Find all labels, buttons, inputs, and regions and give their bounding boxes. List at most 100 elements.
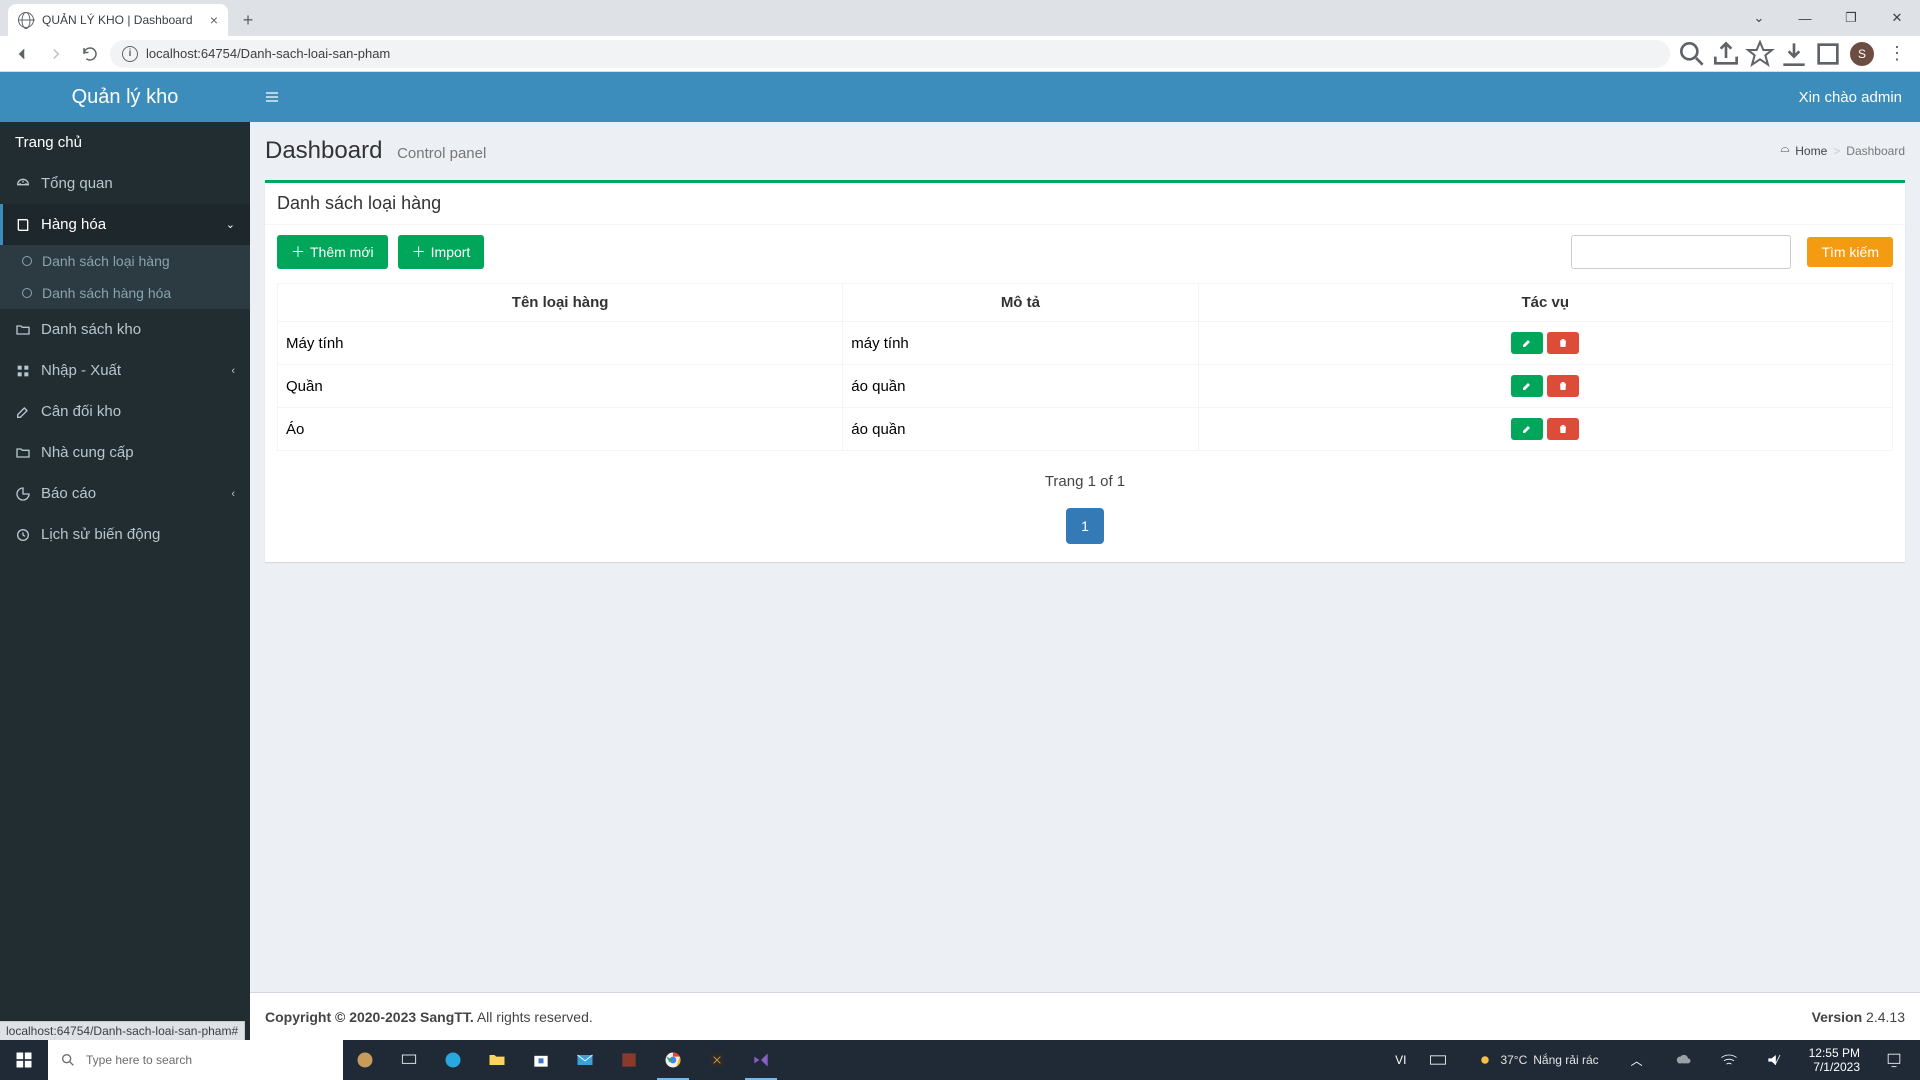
- taskbar-app-generic[interactable]: [607, 1040, 651, 1080]
- sidebar-item-home[interactable]: Trang chủ: [0, 122, 250, 163]
- plus-icon: ＋: [412, 242, 426, 262]
- sidebar-item-balance[interactable]: Cân đối kho: [0, 391, 250, 432]
- chrome-menu-button[interactable]: ⋮: [1880, 40, 1912, 68]
- delete-button[interactable]: [1547, 418, 1579, 440]
- edit-icon: [15, 404, 31, 420]
- sidebar-item-label: Trang chủ: [15, 134, 82, 151]
- cell-actions: [1198, 408, 1892, 451]
- edit-button[interactable]: [1511, 418, 1543, 440]
- trash-icon: [1557, 423, 1569, 435]
- weather-widget[interactable]: 37°C Nắng rải rác: [1466, 1051, 1608, 1069]
- address-bar[interactable]: i localhost:64754/Danh-sach-loai-san-pha…: [110, 40, 1670, 68]
- weather-temp: 37°C: [1500, 1053, 1527, 1067]
- browser-tab[interactable]: QUẢN LÝ KHO | Dashboard ×: [8, 4, 228, 36]
- table-row: Quầnáo quần: [278, 365, 1893, 408]
- app-footer: Copyright © 2020-2023 SangTT. All rights…: [250, 992, 1920, 1040]
- sidebar-item-suppliers[interactable]: Nhà cung cấp: [0, 432, 250, 473]
- taskbar-app-explorer[interactable]: [475, 1040, 519, 1080]
- breadcrumb-home[interactable]: Home: [1779, 144, 1827, 158]
- window-maximize-button[interactable]: ❐: [1828, 0, 1874, 36]
- taskbar-app-chrome[interactable]: [651, 1040, 695, 1080]
- footer-rights: All rights reserved.: [474, 1009, 593, 1025]
- product-type-table: Tên loại hàng Mô tả Tác vụ Máy tínhmáy t…: [277, 283, 1893, 451]
- volume-icon[interactable]: [1757, 1040, 1793, 1080]
- pencil-icon: [1521, 380, 1533, 392]
- sidebar: Trang chủ Tổng quan Hàng hóa ⌄ Danh sách…: [0, 122, 250, 1040]
- column-actions: Tác vụ: [1198, 284, 1892, 322]
- dashboard-icon: [15, 176, 31, 192]
- windows-taskbar: Type here to search VI 37°C Nắng rải rác…: [0, 1040, 1920, 1080]
- import-button[interactable]: ＋Import: [398, 235, 485, 269]
- plus-icon: ＋: [291, 242, 305, 262]
- taskbar-app-taskview[interactable]: [387, 1040, 431, 1080]
- delete-button[interactable]: [1547, 332, 1579, 354]
- reload-button[interactable]: [76, 40, 104, 68]
- content-area: Dashboard Control panel Home > Dashboard…: [250, 122, 1920, 1040]
- status-bar-url: localhost:64754/Danh-sach-loai-san-pham#: [0, 1021, 245, 1040]
- back-button[interactable]: [8, 40, 36, 68]
- globe-icon: [18, 12, 34, 28]
- folder-icon: [15, 445, 31, 461]
- sidebar-item-import-export[interactable]: Nhập - Xuất ‹: [0, 350, 250, 391]
- notifications-icon[interactable]: [1876, 1040, 1912, 1080]
- browser-titlebar: QUẢN LÝ KHO | Dashboard × + ⌄ — ❐ ✕: [0, 0, 1920, 36]
- chrome-menu-chevron-icon[interactable]: ⌄: [1736, 0, 1782, 36]
- sidebar-item-overview[interactable]: Tổng quan: [0, 163, 250, 204]
- tray-chevron-icon[interactable]: ︿: [1619, 1040, 1655, 1080]
- sidebar-item-goods[interactable]: Hàng hóa ⌄: [0, 204, 250, 245]
- window-minimize-button[interactable]: —: [1782, 0, 1828, 36]
- pager: 1: [277, 508, 1893, 544]
- search-input[interactable]: [1571, 235, 1791, 269]
- taskbar-search-placeholder: Type here to search: [86, 1053, 192, 1067]
- pencil-icon: [1521, 337, 1533, 349]
- sidebar-item-history[interactable]: Lịch sử biến động: [0, 514, 250, 555]
- taskbar-app-edge[interactable]: [431, 1040, 475, 1080]
- sidebar-subitem-products[interactable]: Danh sách hàng hóa: [0, 277, 250, 309]
- taskbar-app-visualstudio[interactable]: [739, 1040, 783, 1080]
- sidebar-item-warehouses[interactable]: Danh sách kho: [0, 309, 250, 350]
- forward-button[interactable]: [42, 40, 70, 68]
- taskbar-search[interactable]: Type here to search: [48, 1040, 343, 1080]
- add-button[interactable]: ＋Thêm mới: [277, 235, 388, 269]
- onedrive-icon[interactable]: [1665, 1040, 1701, 1080]
- window-close-button[interactable]: ✕: [1874, 0, 1920, 36]
- language-indicator[interactable]: VI: [1391, 1053, 1410, 1067]
- profile-avatar[interactable]: S: [1846, 40, 1878, 68]
- bookmark-icon[interactable]: [1744, 40, 1776, 68]
- page-1[interactable]: 1: [1066, 508, 1104, 544]
- edit-button[interactable]: [1511, 375, 1543, 397]
- sidebar-item-label: Danh sách hàng hóa: [42, 285, 171, 301]
- zoom-icon[interactable]: [1676, 40, 1708, 68]
- download-icon[interactable]: [1778, 40, 1810, 68]
- close-tab-icon[interactable]: ×: [210, 12, 218, 28]
- sidebar-item-label: Nhà cung cấp: [41, 444, 134, 461]
- keyboard-icon[interactable]: [1420, 1040, 1456, 1080]
- taskbar-app-tools[interactable]: [695, 1040, 739, 1080]
- site-info-icon[interactable]: i: [122, 46, 138, 62]
- sidebar-item-reports[interactable]: Báo cáo ‹: [0, 473, 250, 514]
- new-tab-button[interactable]: +: [234, 6, 262, 34]
- breadcrumb: Home > Dashboard: [1779, 144, 1905, 158]
- share-icon[interactable]: [1710, 40, 1742, 68]
- sidebar-item-label: Báo cáo: [41, 485, 96, 502]
- dashboard-icon: [1779, 145, 1791, 157]
- table-row: Áoáo quần: [278, 408, 1893, 451]
- extensions-icon[interactable]: [1812, 40, 1844, 68]
- start-button[interactable]: [0, 1040, 48, 1080]
- taskbar-clock[interactable]: 12:55 PM 7/1/2023: [1803, 1046, 1866, 1075]
- cell-actions: [1198, 365, 1892, 408]
- content-box: Danh sách loại hàng ＋Thêm mới ＋Import Tì…: [265, 180, 1905, 562]
- sun-icon: [1476, 1051, 1494, 1069]
- taskbar-app-mail[interactable]: [563, 1040, 607, 1080]
- taskbar-app-news[interactable]: [343, 1040, 387, 1080]
- app-logo[interactable]: Quản lý kho: [0, 72, 250, 122]
- search-button[interactable]: Tìm kiếm: [1807, 237, 1893, 267]
- sidebar-subitem-product-types[interactable]: Danh sách loại hàng: [0, 245, 250, 277]
- welcome-text: Xin chào admin: [1799, 89, 1920, 106]
- network-icon[interactable]: [1711, 1040, 1747, 1080]
- edit-button[interactable]: [1511, 332, 1543, 354]
- cell-name: Máy tính: [278, 322, 843, 365]
- sidebar-toggle-button[interactable]: [250, 72, 294, 122]
- taskbar-app-store[interactable]: [519, 1040, 563, 1080]
- delete-button[interactable]: [1547, 375, 1579, 397]
